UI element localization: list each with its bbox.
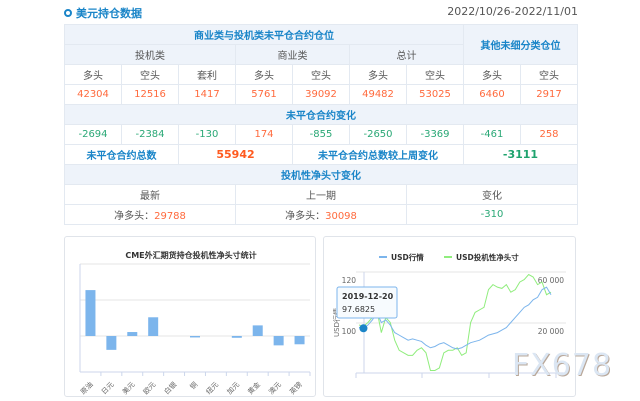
subrow-cell: 多头 [463, 64, 521, 85]
total-change-label: 未平仓合约总数较上周变化 [292, 144, 464, 165]
chgrow-cell: -855 [292, 124, 350, 145]
x-tick-label: 澳元 [267, 380, 283, 396]
x-tick-label: 欧元 [141, 380, 157, 396]
group-comm: 商业类 [235, 44, 350, 65]
x-tick-label: 白银 [162, 380, 178, 396]
bar-铜 [190, 336, 200, 338]
bar-黄金 [252, 325, 263, 336]
x-tick-label: 纽元 [204, 380, 220, 396]
chgrow-cell: 258 [520, 124, 578, 145]
subrow-cell: 多头 [349, 64, 407, 85]
bar-澳元 [273, 336, 284, 346]
net-prefix: 净多头： [114, 211, 155, 222]
total-value: 55942 [178, 144, 293, 165]
tooltip-point [359, 324, 368, 333]
valrow-cell: 49482 [349, 84, 407, 105]
valrow-cell: 53025 [406, 84, 464, 105]
valrow-cell: 6460 [463, 84, 521, 105]
group-total: 总计 [349, 44, 464, 65]
valrow-cell: 2917 [520, 84, 578, 105]
net-change: -310 [406, 204, 578, 225]
net-col-change: 变化 [406, 184, 578, 205]
right-tick: 20 000 [538, 327, 564, 336]
right-tick: 60 000 [538, 276, 564, 285]
x-tick-label: 加元 [225, 380, 241, 396]
section-title: 美元持仓数据 [64, 5, 142, 21]
valrow-cell: 42304 [64, 84, 122, 105]
x-tick-label: 日元 [100, 381, 116, 397]
chgrow-cell: 174 [235, 124, 293, 145]
bar-chart: CME外汇期货持仓投机性净头寸统计原油 日元 美元 欧元 白银铜纽元 加元 黄金 澳元 英镑 [78, 250, 311, 397]
subrow-cell: 空头 [406, 64, 464, 85]
tooltip-date: 2019-12-20 [342, 292, 394, 301]
watermark: FX678 [512, 348, 613, 383]
subrow-cell: 空头 [520, 64, 578, 85]
net-title: 投机性净头寸变化 [64, 164, 578, 185]
group-title: 商业类与投机类未平仓合约仓位 [64, 24, 464, 45]
x-tick-label: 英镑 [288, 380, 304, 396]
chgrow-cell: -2694 [64, 124, 122, 145]
chart-title: CME外汇期货持仓投机性净头寸统计 [125, 250, 256, 260]
net-latest-value: 29788 [154, 211, 186, 222]
chgrow-cell: -2384 [121, 124, 179, 145]
net-prefix: 净多头： [285, 211, 326, 222]
total-label: 未平仓合约总数 [64, 144, 179, 165]
group-spec: 投机类 [64, 44, 236, 65]
bar-原油 [85, 290, 96, 336]
circle-icon [64, 9, 72, 17]
x-tick-label: 黄金 [246, 380, 262, 396]
date-range: 2022/10/26-2022/11/01 [447, 5, 578, 18]
chgrow-cell: -130 [178, 124, 236, 145]
positions-table: 商业类与投机类未平仓合约仓位 其他未细分类仓位 投机类 商业类 总计 多头 空头 套利 多头… [64, 24, 578, 225]
bar-加元 [231, 336, 242, 338]
net-col-latest: 最新 [64, 184, 236, 205]
net-prev: 净多头：30098 [235, 204, 407, 225]
legend-net: USD投机性净头寸 [456, 252, 519, 262]
net-col-prev: 上一期 [235, 184, 407, 205]
valrow-cell: 12516 [121, 84, 179, 105]
total-change-value: -3111 [463, 144, 578, 165]
section-title-text: 美元持仓数据 [76, 7, 142, 20]
bar-chart-panel: CME外汇期货持仓投机性净头寸统计原油 日元 美元 欧元 白银铜纽元 加元 黄金 澳元 英镑 [64, 236, 316, 397]
subrow-cell: 多头 [64, 64, 122, 85]
subrow-cell: 套利 [178, 64, 236, 85]
left-tick: 100 [342, 327, 357, 336]
legend-usd: USD行情 [391, 252, 424, 262]
other-title: 其他未细分类仓位 [463, 24, 578, 65]
bar-美元 [127, 332, 138, 336]
subrow-cell: 多头 [235, 64, 293, 85]
bar-英镑 [294, 336, 305, 345]
valrow-cell: 5761 [235, 84, 293, 105]
valrow-cell: 39092 [292, 84, 350, 105]
subrow-cell: 空头 [121, 64, 179, 85]
change-title: 未平仓合约变化 [64, 104, 578, 125]
chgrow-cell: -461 [463, 124, 521, 145]
bar-日元 [106, 336, 117, 350]
tooltip-value: 97.6825 [342, 305, 375, 314]
valrow-cell: 1417 [178, 84, 236, 105]
x-tick-label: 美元 [120, 380, 136, 396]
bar-欧元 [148, 317, 159, 336]
net-prev-value: 30098 [325, 211, 357, 222]
net-latest: 净多头：29788 [64, 204, 236, 225]
subrow-cell: 空头 [292, 64, 350, 85]
chgrow-cell: -3369 [406, 124, 464, 145]
left-tick: 120 [342, 276, 357, 285]
chgrow-cell: -2650 [349, 124, 407, 145]
x-tick-label: 铜 [188, 380, 199, 391]
x-tick-label: 原油 [78, 380, 94, 396]
